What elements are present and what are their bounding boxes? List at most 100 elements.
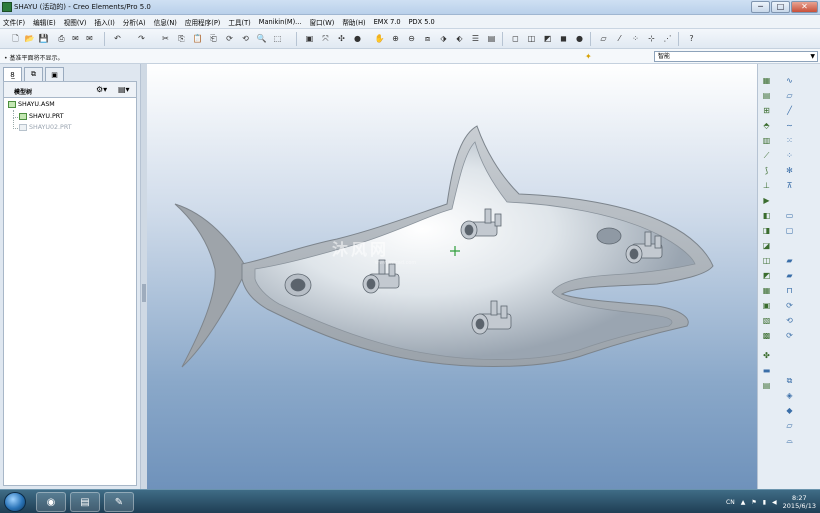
spin-center-icon[interactable]: ✣: [336, 33, 347, 44]
curve-icon[interactable]: ∼: [784, 121, 795, 131]
tab-folder-browser[interactable]: ⧉: [24, 67, 43, 81]
annotations-icon[interactable]: ⋰: [662, 33, 673, 44]
volume-icon[interactable]: ◀: [772, 499, 777, 506]
close-button[interactable]: ✕: [791, 1, 818, 13]
offset-icon[interactable]: ⧉: [784, 376, 795, 386]
tree-item-asm[interactable]: SHAYU.ASM: [8, 101, 55, 108]
round-icon[interactable]: ◨: [761, 226, 772, 236]
menu-tools[interactable]: 工具(T): [228, 17, 250, 27]
hole-icon[interactable]: ⟋: [761, 151, 772, 161]
blend-icon[interactable]: ◧: [761, 211, 772, 221]
group-icon[interactable]: ▧: [761, 316, 772, 326]
sweep-icon[interactable]: ▶: [761, 196, 772, 206]
package-icon[interactable]: ⬘: [761, 121, 772, 131]
taskbar-creo-app[interactable]: ◉: [36, 492, 66, 512]
point-array-icon[interactable]: ⁘: [784, 151, 795, 161]
paste-icon[interactable]: 📋: [192, 33, 203, 44]
view-manager-icon[interactable]: ▤: [486, 33, 497, 44]
surface-icon[interactable]: ▬: [761, 366, 772, 376]
assemble-icon[interactable]: ▤: [761, 91, 772, 101]
datum-points-icon[interactable]: ⁘: [630, 33, 641, 44]
layers-icon[interactable]: ☰: [470, 33, 481, 44]
selection-filter-dropdown[interactable]: 智能 ▼: [654, 51, 818, 62]
chamfer-icon[interactable]: ◪: [761, 241, 772, 251]
wireframe-icon[interactable]: ◻: [510, 33, 521, 44]
shading-icon[interactable]: ●: [352, 33, 363, 44]
menu-window[interactable]: 窗口(W): [309, 17, 334, 27]
menu-help[interactable]: 帮助(H): [342, 17, 365, 27]
new-file-icon[interactable]: 🗋: [10, 33, 21, 44]
minimize-button[interactable]: ─: [751, 1, 770, 13]
save-icon[interactable]: 💾: [38, 33, 49, 44]
open-folder-icon[interactable]: 📂: [24, 33, 35, 44]
appearance-icon[interactable]: ●: [574, 33, 585, 44]
maximize-button[interactable]: □: [771, 1, 790, 13]
analysis-icon[interactable]: ▭: [784, 211, 795, 221]
undo-icon[interactable]: ↶: [112, 33, 123, 44]
datum-planes-icon[interactable]: ⏥: [598, 33, 609, 44]
shaded-icon[interactable]: ◼: [558, 33, 569, 44]
tab-favorites[interactable]: ▣: [45, 67, 64, 81]
extrude-icon[interactable]: ⟆: [761, 166, 772, 176]
draft-icon[interactable]: ◩: [761, 271, 772, 281]
offset-point-icon[interactable]: ✻: [784, 166, 795, 176]
paste-feature-icon[interactable]: ▰: [784, 271, 795, 281]
context-help-icon[interactable]: ?: [686, 33, 697, 44]
menu-pdx[interactable]: PDX 5.0: [409, 18, 435, 26]
menu-analysis[interactable]: 分析(A): [123, 17, 146, 27]
create-component-icon[interactable]: ⊞: [761, 106, 772, 116]
csys-icon[interactable]: ⊼: [784, 181, 795, 191]
menu-edit[interactable]: 编辑(E): [33, 17, 56, 27]
pan-icon[interactable]: ✋: [374, 33, 385, 44]
orient-mode-icon[interactable]: ⤧: [320, 33, 331, 44]
copy-feature-icon[interactable]: ▰: [784, 256, 795, 266]
coordinate-systems-icon[interactable]: ⊹: [646, 33, 657, 44]
email-icon[interactable]: ✉: [70, 33, 81, 44]
mirror-icon[interactable]: ⊓: [784, 286, 795, 296]
tree-item-part[interactable]: SHAYU.PRT: [19, 113, 64, 120]
rib-icon[interactable]: ▦: [761, 286, 772, 296]
reorient-icon[interactable]: ⬗: [438, 33, 449, 44]
cut-icon[interactable]: ✂: [160, 33, 171, 44]
refit-icon[interactable]: ⧈: [422, 33, 433, 44]
menu-info[interactable]: 信息(N): [154, 17, 177, 27]
graphics-window[interactable]: 沐风网 www.mfcad.com: [147, 64, 757, 489]
extend-icon[interactable]: ⟳: [784, 331, 795, 341]
point-icon[interactable]: ⁙: [784, 136, 795, 146]
boundary-icon[interactable]: ⌓: [784, 436, 795, 446]
menu-view[interactable]: 视图(V): [64, 17, 87, 27]
annotation-feature-icon[interactable]: ▢: [784, 226, 795, 236]
no-hidden-icon[interactable]: ◩: [542, 33, 553, 44]
menu-manikin[interactable]: Manikin(M)...: [259, 18, 302, 26]
style-icon[interactable]: ▱: [784, 421, 795, 431]
cut-feature-icon[interactable]: ▩: [761, 331, 772, 341]
pattern-icon[interactable]: ▣: [761, 301, 772, 311]
redo-icon[interactable]: ↷: [136, 33, 147, 44]
assembly-ops-icon[interactable]: ✤: [761, 351, 772, 361]
show-icon[interactable]: ▤▾: [118, 85, 130, 94]
start-button[interactable]: [4, 492, 26, 512]
print-icon[interactable]: ⎙: [56, 33, 67, 44]
language-indicator[interactable]: CN: [726, 499, 735, 506]
taskbar-paint-app[interactable]: ✎: [104, 492, 134, 512]
zoom-in-icon[interactable]: ⊕: [390, 33, 401, 44]
clock[interactable]: 8:27 2015/6/13: [783, 494, 816, 510]
regenerate-icon[interactable]: ⟳: [224, 33, 235, 44]
paste-special-icon[interactable]: ⎗: [208, 33, 219, 44]
layout-icon[interactable]: ▥: [761, 136, 772, 146]
menu-insert[interactable]: 插入(I): [94, 17, 114, 27]
select-box-icon[interactable]: ⬚: [272, 33, 283, 44]
tray-expand-icon[interactable]: ▲: [741, 499, 746, 506]
trim-icon[interactable]: ⟲: [784, 316, 795, 326]
skeleton-icon[interactable]: ▤: [761, 381, 772, 391]
component-icon[interactable]: ▦: [761, 76, 772, 86]
plane-icon[interactable]: ▱: [784, 91, 795, 101]
merge-icon[interactable]: ⟳: [784, 301, 795, 311]
axis-icon[interactable]: ╱: [784, 106, 795, 116]
repaint-icon[interactable]: ▣: [304, 33, 315, 44]
solidify-icon[interactable]: ◆: [784, 406, 795, 416]
tree-item-part-hidden[interactable]: SHAYU02.PRT: [19, 124, 72, 131]
menu-file[interactable]: 文件(F): [3, 17, 25, 27]
shell-icon[interactable]: ◫: [761, 256, 772, 266]
zoom-out-icon[interactable]: ⊖: [406, 33, 417, 44]
